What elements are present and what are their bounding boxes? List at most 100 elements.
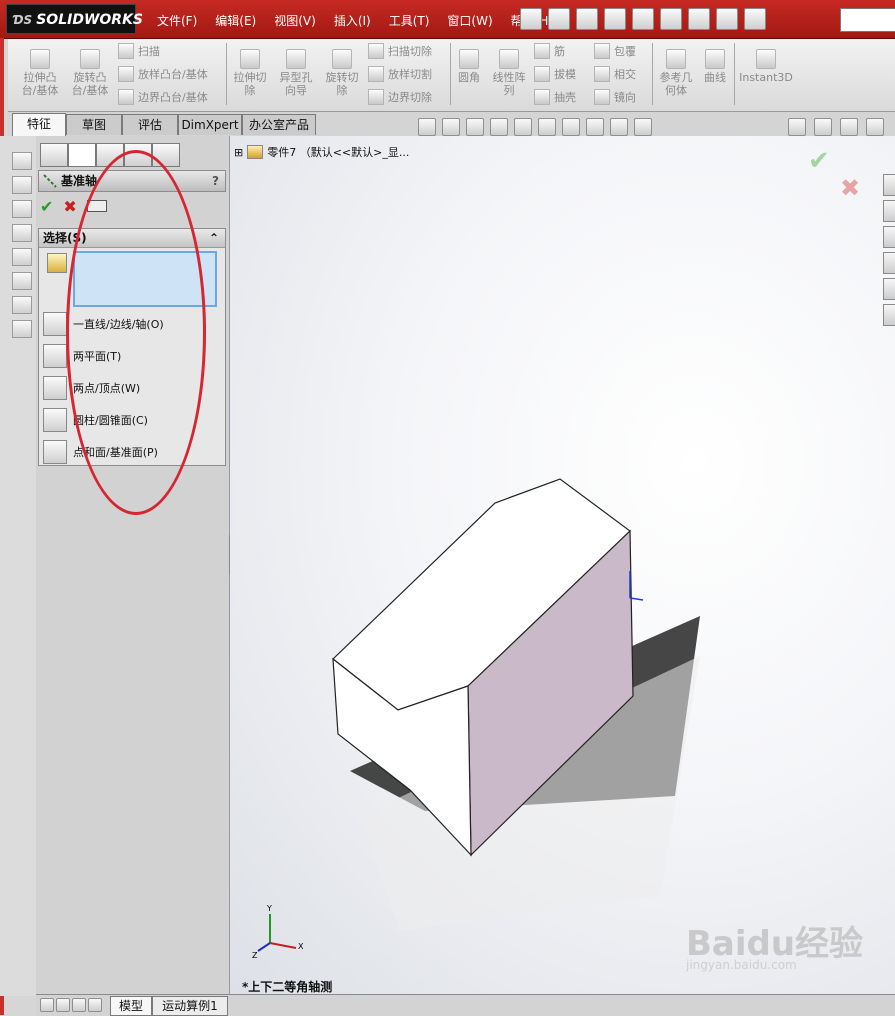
section-view-icon[interactable] [490,118,508,136]
linear-pattern-button[interactable]: 线性阵 列 [488,49,530,97]
option-two-planes[interactable]: 两平面(T) [43,343,121,369]
sketch-tool-icon[interactable] [12,176,32,194]
tab-office-products[interactable]: 办公室产品 [242,114,316,135]
display-manager-tab[interactable] [152,143,180,167]
model-view[interactable]: Y X Z [230,136,895,994]
option-cylinder-cone[interactable]: 圆柱/圆锥面(C) [43,407,148,433]
selection-list[interactable] [73,251,217,307]
menu-insert[interactable]: 插入(I) [325,8,380,32]
tab-sketch[interactable]: 草图 [66,114,122,135]
tile-icon[interactable] [814,118,832,136]
appearance-icon[interactable] [586,118,604,136]
lofted-cut-button[interactable]: 放样切割 [368,66,432,82]
tab-model[interactable]: 模型 [110,996,152,1016]
restore-icon[interactable] [788,118,806,136]
cancel-button[interactable]: ✖ [63,197,76,216]
button-label: 台/基体 [71,84,109,97]
undo-icon[interactable] [660,8,682,30]
new-document-icon[interactable] [548,8,570,30]
fillet-button[interactable]: 圆角 [454,49,484,84]
previous-view-icon[interactable] [466,118,484,136]
options-icon[interactable] [744,8,766,30]
tab-evaluate[interactable]: 评估 [122,114,178,135]
print-icon[interactable] [632,8,654,30]
view-settings-icon[interactable] [634,118,652,136]
rib-button[interactable]: 筋 [534,43,565,59]
mirror-button[interactable]: 镜向 [594,89,636,105]
configuration-manager-tab[interactable] [96,143,124,167]
view-orientation-icon[interactable] [514,118,532,136]
sketch-tool-icon[interactable] [12,152,32,170]
extrude-boss-button[interactable]: 拉伸凸 台/基体 [18,49,62,97]
rebuild-icon[interactable] [716,8,738,30]
instant3d-button[interactable]: Instant3D [738,49,794,84]
pin-icon[interactable] [520,8,542,30]
loft-boss-button[interactable]: 放样凸台/基体 [118,66,208,82]
tab-dimxpert[interactable]: DimXpert [178,114,242,135]
boundary-cut-icon [368,89,384,105]
prev-tab-icon[interactable] [56,998,70,1012]
swept-cut-button[interactable]: 扫描切除 [368,43,432,59]
sweep-button[interactable]: 扫描 [118,43,160,59]
button-label: 旋转切 [325,71,359,84]
zoom-to-fit-icon[interactable] [418,118,436,136]
close-icon[interactable] [866,118,884,136]
wrap-button[interactable]: 包覆 [594,43,636,59]
menu-window[interactable]: 窗口(W) [438,8,501,32]
menu-file[interactable]: 文件(F) [148,8,206,32]
open-icon[interactable] [576,8,598,30]
intersect-button[interactable]: 相交 [594,66,636,82]
draft-button[interactable]: 拔模 [534,66,576,82]
menu-view[interactable]: 视图(V) [265,8,325,32]
group-title: 选择(S) [43,231,87,245]
boundary-boss-button[interactable]: 边界凸台/基体 [118,89,208,105]
revolve-cut-button[interactable]: 旋转切 除 [322,49,362,97]
reference-geometry-icon [666,49,686,69]
next-tab-icon[interactable] [72,998,86,1012]
last-tab-icon[interactable] [88,998,102,1012]
button-label: 向导 [285,84,307,97]
menu-edit[interactable]: 编辑(E) [206,8,265,32]
save-icon[interactable] [604,8,626,30]
sketch-tool-icon[interactable] [12,272,32,290]
sketch-tool-icon[interactable] [12,296,32,314]
extrude-cut-icon [240,49,260,69]
scene-icon[interactable] [610,118,628,136]
option-two-points[interactable]: 两点/顶点(W) [43,375,140,401]
group-header[interactable]: 选择(S) ⌃ [39,229,225,248]
zoom-area-icon[interactable] [442,118,460,136]
sketch-tool-icon[interactable] [12,224,32,242]
dimxpert-manager-tab[interactable] [124,143,152,167]
revolve-boss-button[interactable]: 旋转凸 台/基体 [68,49,112,97]
boundary-cut-button[interactable]: 边界切除 [368,89,432,105]
ok-button[interactable]: ✔ [40,197,53,216]
ribbon-divider [734,43,735,105]
watermark-subtext: jingyan.baidu.com [686,958,797,972]
hide-show-icon[interactable] [562,118,580,136]
tab-features[interactable]: 特征 [12,113,66,136]
extrude-cut-button[interactable]: 拉伸切 除 [230,49,270,97]
option-point-face[interactable]: 点和面/基准面(P) [43,439,158,465]
display-style-icon[interactable] [538,118,556,136]
task-strip [0,136,37,996]
property-manager-tab[interactable] [68,143,96,167]
graphics-area[interactable]: ⊞ 零件7 （默认<<默认>_显... ✔ ✖ Y X Z Baidu经验 ji… [230,136,895,994]
shell-button[interactable]: 抽壳 [534,89,576,105]
option-line-edge-axis[interactable]: 一直线/边线/轴(O) [43,311,164,337]
pushpin-icon[interactable] [86,200,107,212]
sketch-tool-icon[interactable] [12,248,32,266]
sketch-tool-icon[interactable] [12,320,32,338]
sketch-tool-icon[interactable] [12,200,32,218]
collapse-icon[interactable]: ⌃ [209,229,219,247]
hole-wizard-button[interactable]: 异型孔 向导 [276,49,316,97]
curves-button[interactable]: 曲线 [700,49,730,84]
minimize-icon[interactable] [840,118,858,136]
menu-tools[interactable]: 工具(T) [380,8,439,32]
search-input[interactable] [840,8,895,32]
first-tab-icon[interactable] [40,998,54,1012]
feature-tree-tab[interactable] [40,143,68,167]
tab-motion-study[interactable]: 运动算例1 [152,996,228,1016]
select-icon[interactable] [688,8,710,30]
help-icon[interactable]: ? [212,171,219,191]
reference-geometry-button[interactable]: 参考几 何体 [656,49,696,97]
